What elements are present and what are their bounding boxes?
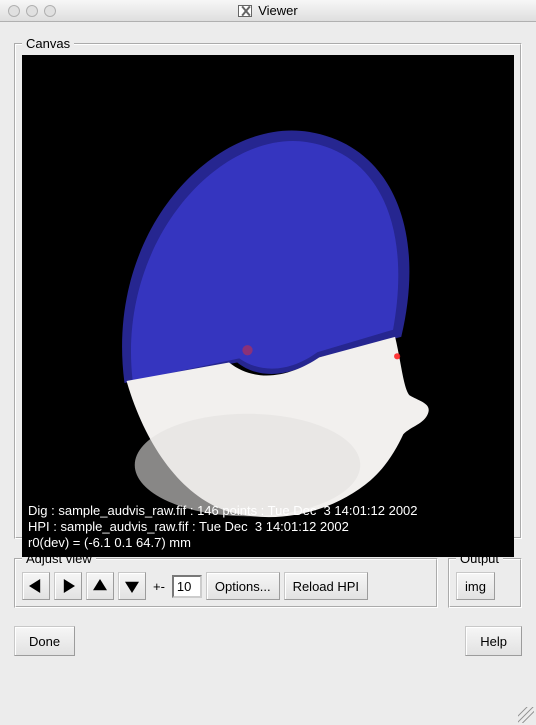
reload-hpi-button[interactable]: Reload HPI	[284, 572, 368, 600]
head-render	[22, 55, 514, 557]
done-button[interactable]: Done	[14, 626, 75, 656]
options-button[interactable]: Options...	[206, 572, 280, 600]
adjust-view-group: Adjust view +- Options... Reload HPI	[14, 551, 438, 608]
close-light[interactable]	[8, 5, 20, 17]
arrow-down-icon	[125, 579, 139, 593]
img-button[interactable]: img	[456, 572, 495, 600]
x11-icon	[238, 5, 252, 17]
canvas-legend: Canvas	[22, 36, 74, 51]
zoom-light[interactable]	[44, 5, 56, 17]
output-group: Output img	[448, 551, 522, 608]
minimize-light[interactable]	[26, 5, 38, 17]
arrow-left-button[interactable]	[22, 572, 50, 600]
traffic-lights	[8, 5, 56, 17]
arrow-down-button[interactable]	[118, 572, 146, 600]
arrow-right-icon	[61, 579, 75, 593]
arrow-up-button[interactable]	[86, 572, 114, 600]
arrow-right-button[interactable]	[54, 572, 82, 600]
window-body: Canvas Dig : sample_audvis_raw.fif : 146…	[0, 22, 536, 725]
titlebar: Viewer	[0, 0, 536, 22]
viewport-3d[interactable]: Dig : sample_audvis_raw.fif : 146 points…	[22, 55, 514, 557]
window-title: Viewer	[258, 3, 298, 18]
resize-grip-icon[interactable]	[518, 707, 534, 723]
arrow-up-icon	[93, 579, 107, 593]
canvas-group: Canvas Dig : sample_audvis_raw.fif : 146…	[14, 36, 522, 539]
help-button[interactable]: Help	[465, 626, 522, 656]
arrow-left-icon	[29, 579, 43, 593]
canvas-status-text: Dig : sample_audvis_raw.fif : 146 points…	[28, 503, 418, 551]
step-input[interactable]	[172, 575, 202, 598]
plus-minus-label: +-	[153, 579, 165, 594]
